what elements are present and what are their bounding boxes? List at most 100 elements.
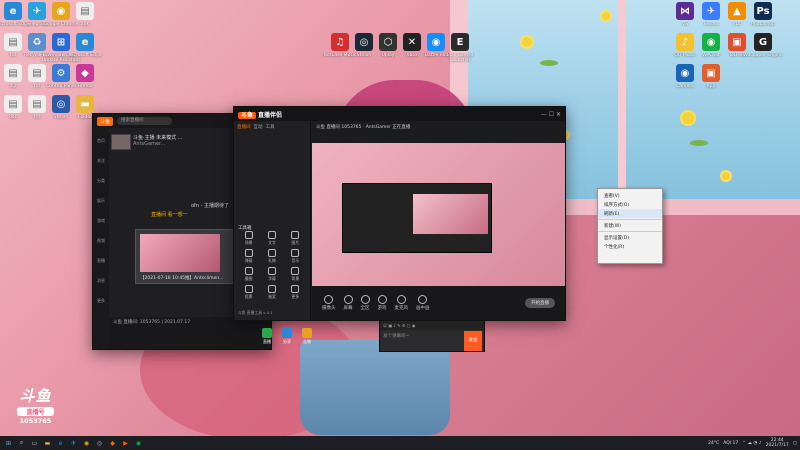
context-menu-item[interactable]: 新建(W) [598,221,662,230]
start-live-button[interactable]: 开始直播 [525,298,555,308]
tool-item[interactable]: 场景 [238,231,259,246]
tool-item[interactable]: 图片 [285,231,306,246]
tool-item[interactable]: 背景 [285,267,306,282]
douyu-app-icon[interactable]: ◆ [107,438,118,448]
desktop-icon[interactable]: e Microsoft Edge [64,33,106,58]
tool-label: 字幕 [268,276,276,281]
file-explorer-icon[interactable]: ▬ [42,438,53,448]
nav-item[interactable]: 关注 [93,148,109,168]
control-icon [343,295,353,304]
control-label: 画中画 [416,306,430,311]
weather-temp[interactable]: 24°C [708,441,719,446]
desktop-icon[interactable]: ▤ ahk [64,2,106,27]
context-menu-item[interactable]: 刷新(E) [598,209,662,218]
search-icon[interactable]: ⌕ [16,438,27,448]
broadcaster-app-icon[interactable]: ▶ [120,438,131,448]
tool-item[interactable]: 截图 [238,267,259,282]
control-button[interactable]: 屏幕 [343,295,353,311]
tool-icon [267,249,276,257]
desktop-icon[interactable]: G Wallpaper Engine [742,33,784,58]
desktop-icon-label: Folder [78,115,92,120]
stream-action[interactable]: 礼物 [302,328,312,345]
clock-date: 2021/7/17 [765,443,789,448]
tool-icon [291,285,300,293]
nav-item[interactable]: 娱乐 [93,188,109,208]
tool-icon [244,231,253,239]
stream-action[interactable]: 直播 [262,328,272,345]
tool-icon [267,285,276,293]
context-menu-item[interactable]: 显示设置(D) [598,233,662,242]
desktop-icon[interactable]: ▣ App [690,64,732,89]
tool-item[interactable]: 更多 [285,285,306,300]
danmaku-input-panel: ☺ ▣ ♪ ✎ ⚙ ▢ ◉ 发个弹幕呗~ 发送 [379,320,485,352]
tool-icon [291,267,300,275]
desktop-icon[interactable]: E Epic Games Launcher [439,33,481,63]
tools-grid: 场景 文字 图片弹幕 礼物 音乐截图 字幕 背景投票 抽奖 更多 [238,231,306,300]
control-button[interactable]: 画中画 [416,295,430,311]
nav-item[interactable]: 视频 [93,228,109,248]
tool-label: 图片 [291,240,300,245]
weather-aqi[interactable]: AQI 17 [723,441,738,446]
stream-action-label: 分享 [283,339,291,344]
start-icon[interactable]: ⊞ [3,438,14,448]
app-brand: 直播伴侣 [258,111,283,119]
windows-taskbar: ⊞ ⌕ ▭ ▬ e ✈ ◉ ◎ ◆ ▶ ◉ 24°C AQI 17 ⌃ ☁ ◔ … [0,436,800,450]
tool-item[interactable]: 弹幕 [238,249,259,264]
tool-item[interactable]: 抽奖 [261,285,282,300]
nav-item[interactable]: 更多 [93,288,109,308]
preview-area: 斗鱼 直播间 1053765 · AntsGamer 正在直播 摄像头 屏幕 全区 游… [312,121,565,320]
douyu-watermark: 斗鱼 直播号 1053765 [13,385,58,425]
notification-icon[interactable]: ▢ [793,441,797,446]
stream-canvas[interactable] [312,143,565,298]
watermark-tag: 直播号 [17,407,54,416]
control-button[interactable]: 全区 [360,295,370,311]
desktop-icon[interactable]: ◆ Firefox [64,64,106,89]
tool-item[interactable]: 投票 [238,285,259,300]
tray-icons[interactable]: ⌃ ☁ ◔ ♪ [742,441,761,446]
preview-caption: 【2021-07-16 10:45推】Antsclimen... [140,276,224,281]
window-controls[interactable]: — ☐ ✕ [541,111,561,118]
control-label: 屏幕 [343,306,353,311]
steam-icon[interactable]: ◎ [94,438,105,448]
control-label: 麦克风 [394,306,409,311]
chrome-icon[interactable]: ◉ [81,438,92,448]
search-input[interactable]: 搜索直播间 [117,117,173,125]
tool-item[interactable]: 音乐 [285,249,306,264]
desktop-icon[interactable]: ▬ Folder [64,95,106,120]
tab[interactable]: 直播间 [237,124,251,130]
context-menu-item[interactable]: 排序方式(O) [598,200,662,209]
wechat-icon[interactable]: ◉ [133,438,144,448]
task-view-icon[interactable]: ▭ [29,438,40,448]
desktop-context-menu: 查看(V) 排序方式(O) 刷新(E) 新建(W) 显示设置(D) 个性化(R) [597,188,663,264]
broadcaster-window[interactable]: 斗鱼 直播伴侣 — ☐ ✕ 直播间 互动 工具 工具箱 场景 文字 图片 弹幕 礼物 音乐 截图字… [233,106,566,321]
nav-item[interactable]: 分类 [93,168,109,188]
send-button[interactable]: 发送 [464,331,482,351]
tab[interactable]: 互动 [254,124,263,130]
tool-icon [244,285,253,293]
stream-action[interactable]: 分享 [282,328,292,345]
control-button[interactable]: 摄像头 [322,295,336,311]
nav-item[interactable]: 消息 [93,268,109,288]
context-menu-item[interactable]: 个性化(R) [598,242,662,251]
edge-icon[interactable]: e [55,438,66,448]
nav-item[interactable]: 游戏 [93,208,109,228]
app-icon: ◆ [76,64,94,82]
nav-item[interactable]: 首页 [93,128,109,148]
context-menu-item[interactable]: 查看(V) [598,191,662,200]
tool-item[interactable]: 字幕 [261,267,282,282]
window-titlebar[interactable]: 斗鱼 直播伴侣 — ☐ ✕ [234,107,565,121]
tool-item[interactable]: 文字 [261,231,282,246]
tab[interactable]: 工具 [266,124,275,130]
control-button[interactable]: 游戏 [377,295,387,311]
app-logo-mark: 斗鱼 [238,111,257,119]
avatar[interactable] [111,134,131,150]
control-icon [360,295,370,304]
tool-label: 抽奖 [268,294,276,299]
tool-item[interactable]: 礼物 [261,249,282,264]
nav-item[interactable]: 直播 [93,248,109,268]
telegram-icon[interactable]: ✈ [68,438,79,448]
clock[interactable]: 22:44 2021/7/17 [766,438,789,448]
control-button[interactable]: 麦克风 [394,295,409,311]
desktop-icon[interactable]: Ps Photoshop [742,2,784,27]
watermark-logo: 斗鱼 [19,387,52,405]
